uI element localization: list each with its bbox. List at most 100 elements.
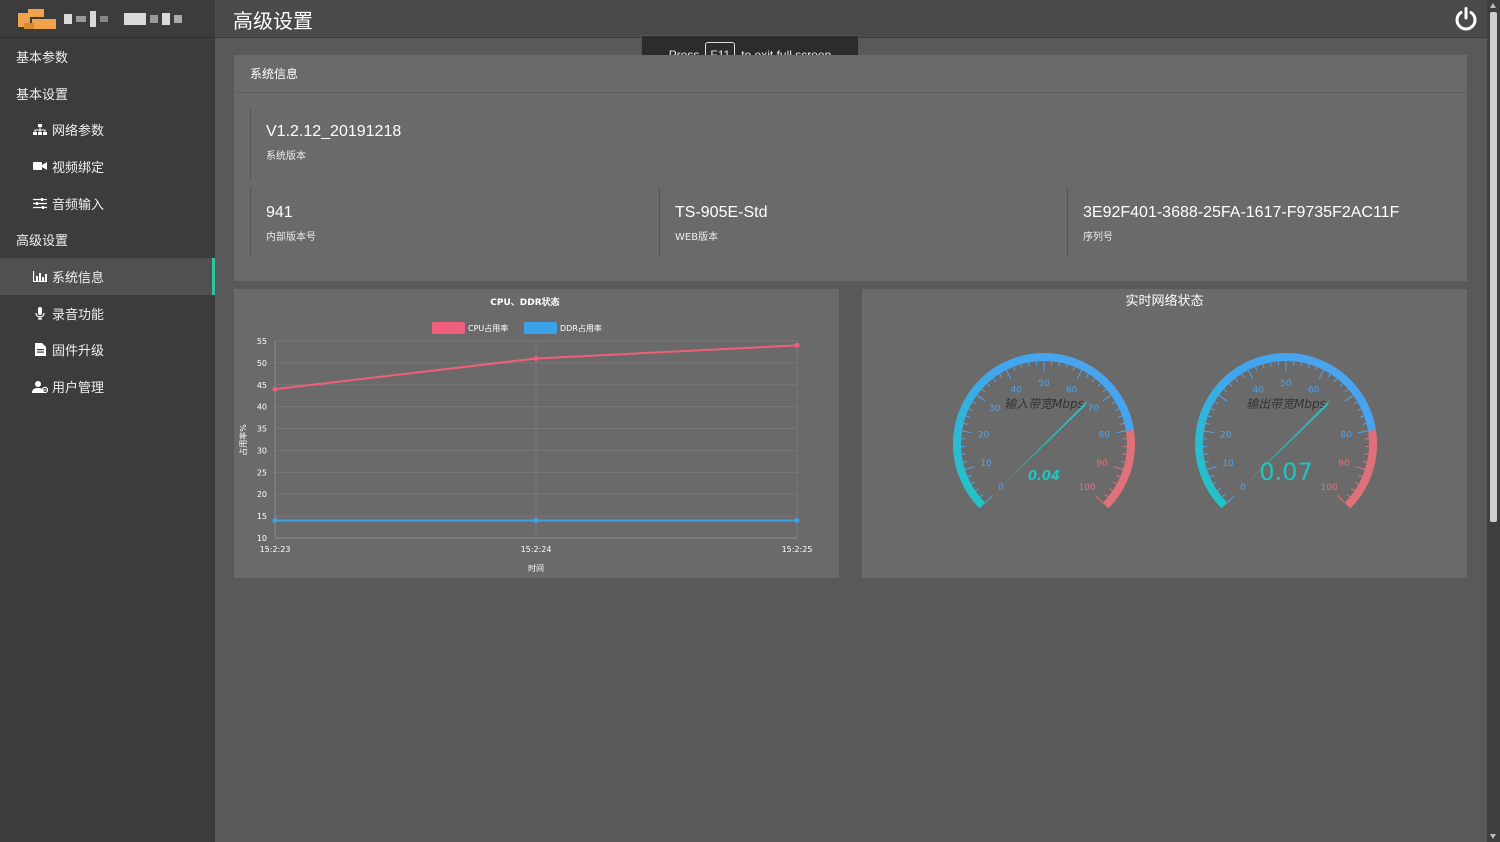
gauge-tick [1346, 493, 1351, 498]
panel-header: 系统信息 [234, 55, 1467, 93]
gauge-tick [1115, 408, 1120, 411]
gauge-tick [1354, 481, 1359, 485]
gauge-tick [1118, 415, 1123, 418]
gauge-tick-label: 50 [1280, 379, 1292, 389]
bandwidth-gauge: 0 10 20 30 40 50 60 70 80 90 100 输入带宽Mbps 0.04 [953, 353, 1135, 509]
gauge-tick [1344, 394, 1354, 402]
gauge-tick [1247, 369, 1254, 380]
gauge-tick [1226, 495, 1235, 504]
gauge-tick [1092, 378, 1096, 382]
page-scrollbar[interactable] [1487, 0, 1500, 842]
gauge-value: 0.04 [1028, 469, 1060, 484]
sidebar-item-label: 用户管理 [52, 381, 105, 397]
gauge-tick [1122, 453, 1127, 455]
sidebar-item-8[interactable]: 固件升级 [0, 332, 215, 369]
gauge-tick [1228, 383, 1233, 387]
gauge-tick [1112, 481, 1117, 485]
sidebar-item-7[interactable]: 录音功能 [0, 295, 215, 332]
gauge-tick [1314, 366, 1318, 371]
gauge-tick-label: 90 [1338, 459, 1350, 469]
gauge-tick [1262, 364, 1265, 369]
power-icon[interactable] [1453, 6, 1479, 32]
users-icon [32, 380, 48, 393]
gauge-tick [961, 430, 972, 434]
gauge-tick [1120, 422, 1125, 425]
chart-title: CPU、DDR状态 [490, 296, 559, 308]
gauge-tick [1358, 474, 1363, 478]
x-axis-label: 时间 [528, 563, 544, 573]
gauge-tick [1109, 487, 1113, 492]
sidebar-item-5[interactable]: 高级设置 [0, 221, 215, 258]
gauge-tick [1116, 430, 1127, 434]
sidebar-item-0[interactable]: 基本参数 [0, 38, 215, 75]
gauge-tick [967, 474, 972, 478]
y-axis-label: 占用率% [238, 424, 248, 456]
gauge-tick [1203, 430, 1214, 434]
gauge-tick [1362, 422, 1367, 425]
gauge-tick [1005, 369, 1012, 380]
gauge-tick [1339, 383, 1344, 387]
gauge-tick-label: 10 [1222, 459, 1234, 469]
gauge-tick [1334, 378, 1338, 382]
scroll-up-arrow[interactable] [1490, 3, 1496, 8]
cpu-ddr-chart-panel: CPU、DDR状态 CPU占用率 DDR占用率 10 15 20 25 30 35 40 45 50 5… [234, 289, 839, 578]
gauge-tick [976, 394, 986, 402]
gauge-tick [1337, 495, 1346, 504]
gauge-tick [1307, 364, 1310, 369]
gauge-tick [968, 408, 973, 411]
gauge-tick [1360, 415, 1365, 418]
legend-swatch [432, 322, 465, 334]
panel-title: 系统信息 [250, 67, 299, 81]
gauge-tick [1203, 453, 1208, 455]
sidebar-item-4[interactable]: 音频输入 [0, 185, 215, 222]
gauge-tick [984, 495, 993, 504]
gauge-tick [1269, 362, 1272, 367]
gauge-tick [1097, 383, 1102, 387]
gauge-tick [1113, 466, 1124, 471]
gauge-tick-label: 90 [1096, 459, 1108, 469]
gauge-tick [1362, 460, 1368, 463]
gauge-tick [1210, 408, 1215, 411]
y-tick-label: 25 [257, 468, 267, 477]
gauge-tick-label: 20 [1220, 430, 1232, 440]
gauge-tick [1204, 460, 1210, 463]
gauge-tick [1102, 388, 1107, 393]
sidebar-item-label: 网络参数 [52, 124, 105, 140]
cpu-ddr-line-chart: CPU、DDR状态 CPU占用率 DDR占用率 10 15 20 25 30 35 40 45 50 5… [238, 296, 813, 573]
topbar: 高级设置 [215, 0, 1487, 38]
sidebar-item-2[interactable]: 网络参数 [0, 111, 215, 148]
gauge-tick-label: 10 [980, 459, 992, 469]
gauge-tick-label: 100 [1079, 483, 1096, 493]
gauge-tick [1218, 394, 1228, 402]
gauge-tick-label: 30 [989, 404, 1001, 414]
sidebar-item-3[interactable]: 视频绑定 [0, 148, 215, 185]
gauge-tick [1327, 373, 1331, 378]
serial-number-label: 序列号 [1083, 232, 1113, 243]
x-tick-label: 15:2:25 [782, 545, 813, 554]
sliders-icon [32, 197, 48, 209]
gauge-tick-label: 50 [1038, 379, 1050, 389]
gauge-tick [1116, 474, 1121, 478]
info-web-version: TS-905E-Std WEB版本 [659, 187, 1059, 257]
gauge-tick [963, 422, 968, 425]
scroll-down-arrow[interactable] [1490, 834, 1496, 839]
gauge-tick [1111, 401, 1116, 405]
network-status-panel: 实时网络状态 0 10 20 30 40 50 60 70 80 90 100 输入带宽Mbps 0.0… [862, 289, 1467, 578]
sidebar-item-label: 固件升级 [52, 344, 105, 360]
gauge-tick-label: 80 [1099, 430, 1111, 440]
info-internal-version: 941 内部版本号 [250, 187, 650, 257]
system-info-panel: 系统信息 V1.2.12_20191218 系统版本 941 内部版本号 TS-… [234, 55, 1467, 281]
gauge-tick [1206, 466, 1217, 471]
gauge-tick [1357, 408, 1362, 411]
y-tick-label: 50 [257, 359, 267, 368]
scrollbar-thumb[interactable] [1490, 12, 1497, 522]
gauge-tick-label: 20 [978, 430, 990, 440]
gauge-tick-label: 100 [1321, 483, 1338, 493]
sidebar-item-9[interactable]: 用户管理 [0, 368, 215, 405]
sidebar-item-6[interactable]: 系统信息 [0, 258, 215, 295]
sidebar-item-1[interactable]: 基本设置 [0, 75, 215, 112]
gauge-tick [975, 487, 979, 492]
data-point [794, 517, 800, 523]
gauge-tick [962, 460, 968, 463]
gauge-tick [1209, 474, 1214, 478]
